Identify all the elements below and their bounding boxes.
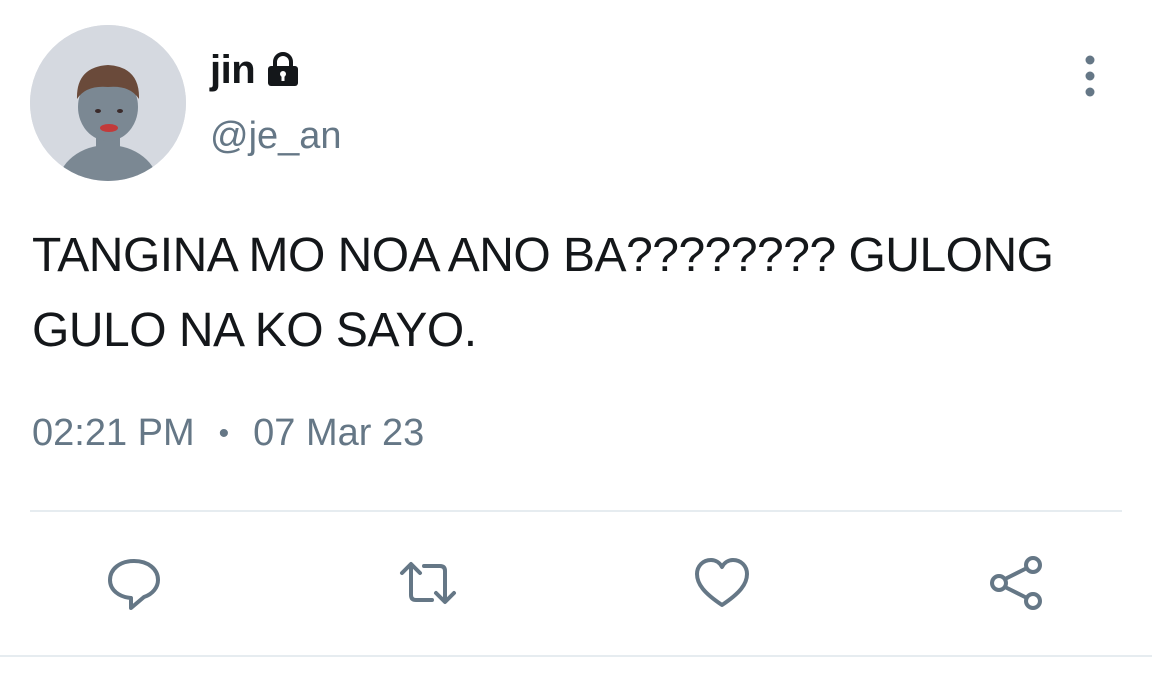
tweet-meta: 02:21 PM • 07 Mar 23 bbox=[32, 412, 424, 455]
reply-button[interactable] bbox=[104, 553, 164, 613]
share-button[interactable] bbox=[986, 553, 1046, 613]
author-name-row: jin bbox=[210, 44, 303, 96]
avatar[interactable] bbox=[30, 25, 186, 181]
retweet-button[interactable] bbox=[398, 553, 458, 613]
retweet-icon bbox=[400, 562, 456, 604]
like-button[interactable] bbox=[692, 553, 752, 613]
tweet-date[interactable]: 07 Mar 23 bbox=[253, 412, 424, 455]
divider bbox=[30, 510, 1122, 512]
display-name[interactable]: jin bbox=[210, 48, 256, 93]
share-icon bbox=[990, 556, 1042, 610]
more-vertical-icon[interactable] bbox=[1070, 52, 1110, 100]
user-handle[interactable]: @je_an bbox=[210, 115, 342, 158]
reply-icon bbox=[108, 559, 160, 610]
lock-icon bbox=[263, 50, 303, 90]
heart-icon bbox=[695, 558, 749, 607]
tweet-text: TANGINA MO NOA ANO BA???????? GULONG GUL… bbox=[32, 229, 1054, 357]
tweet-card: jin @je_an TANGINA MO NOA ANO BA????????… bbox=[0, 0, 1152, 675]
divider bbox=[0, 655, 1152, 657]
tweet-time[interactable]: 02:21 PM bbox=[32, 412, 195, 455]
meta-separator: • bbox=[218, 416, 230, 450]
